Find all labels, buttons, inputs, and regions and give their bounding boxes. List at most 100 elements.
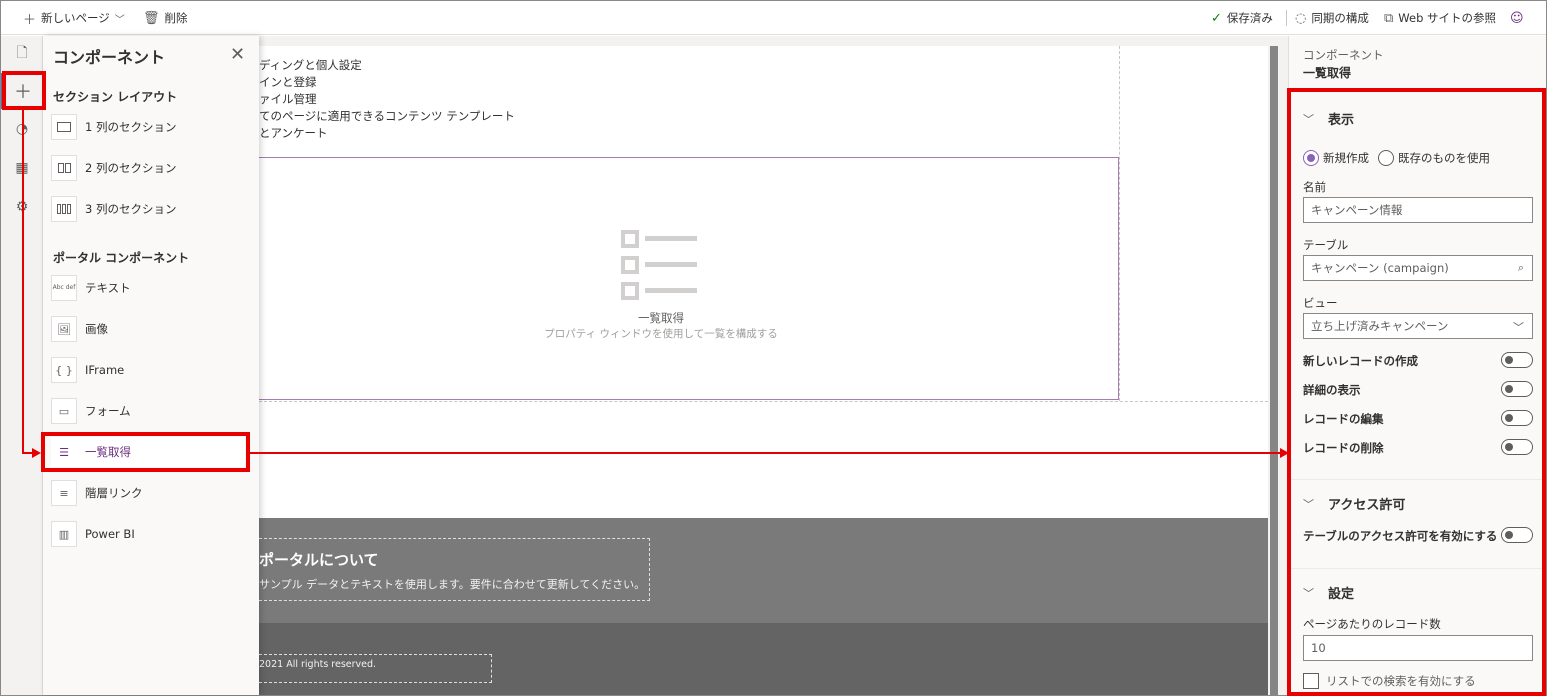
chevron-down-icon: ﹀ xyxy=(1303,112,1314,126)
name-input-placeholder: キャンペーン情報 xyxy=(1311,203,1403,217)
layout-two-column[interactable]: 2 列のセクション xyxy=(51,153,245,183)
section-boundary xyxy=(1119,46,1120,401)
settings-group-label: 設定 xyxy=(1328,587,1355,602)
chevron-down-icon: ﹀ xyxy=(1513,321,1524,334)
search-in-list-checkbox[interactable]: リストでの検索を有効にする xyxy=(1303,673,1476,689)
radio-create-new-label: 新規作成 xyxy=(1323,151,1369,165)
radio-use-existing-label: 既存のものを使用 xyxy=(1398,151,1490,165)
close-icon[interactable]: ✕ xyxy=(230,44,245,65)
toggle-view-details[interactable] xyxy=(1501,381,1533,397)
table-lookup-value: キャンペーン (campaign) xyxy=(1311,261,1449,275)
delete-button[interactable]: 🗑 削除 xyxy=(143,1,188,35)
chevron-down-icon: ﹀ xyxy=(114,14,125,26)
properties-panel: コンポーネント 一覧取得 ﹀ 表示 新規作成 既存のものを使用 名前 キャンペー… xyxy=(1288,36,1546,695)
browse-label: Web サイトの参照 xyxy=(1398,11,1497,25)
annotation-arrowhead xyxy=(32,448,41,458)
section-layout-heading: セクション レイアウト xyxy=(53,90,178,104)
table-label: テーブル xyxy=(1303,238,1349,252)
view-label: ビュー xyxy=(1303,296,1338,310)
three-column-icon xyxy=(51,196,77,222)
layout-three-column[interactable]: 3 列のセクション xyxy=(51,194,245,224)
toggle-create-record-label: 新しいレコードの作成 xyxy=(1303,354,1418,368)
components-panel-title: コンポーネント xyxy=(53,48,166,67)
saved-status: ✓ 保存済み xyxy=(1211,1,1273,35)
divider xyxy=(1289,479,1546,480)
component-breadcrumb[interactable]: ≡ 階層リンク xyxy=(51,478,245,508)
components-panel: コンポーネント ✕ セクション レイアウト 1 列のセクション 2 列のセクショ… xyxy=(43,36,259,695)
name-input[interactable]: キャンペーン情報 xyxy=(1303,197,1533,223)
annotation-connector xyxy=(22,110,24,453)
about-text: サンプル データとテキストを使用します。要件に合わせて更新してください。 xyxy=(259,578,646,591)
nav-line[interactable]: インと登録 xyxy=(259,74,317,90)
nav-line[interactable]: とアンケート xyxy=(259,125,328,141)
display-group-header[interactable]: ﹀ 表示 xyxy=(1303,109,1354,129)
saved-label: 保存済み xyxy=(1226,11,1273,25)
one-column-icon xyxy=(51,114,77,140)
component-iframe-label: IFrame xyxy=(85,363,125,377)
toggle-table-permissions-label: テーブルのアクセス許可を有効にする xyxy=(1303,529,1498,543)
divider xyxy=(1289,91,1546,92)
footer-copyright-section: 2021 All rights reserved. xyxy=(259,623,1268,695)
records-per-page-label: ページあたりのレコード数 xyxy=(1303,617,1441,631)
component-form-label: フォーム xyxy=(85,404,131,418)
access-group-label: アクセス許可 xyxy=(1328,498,1406,513)
page-preview: ディングと個人設定 インと登録 ァイル管理 てのページに適用できるコンテンツ テ… xyxy=(259,46,1268,695)
sync-label: 同期の構成 xyxy=(1311,11,1369,25)
sync-configuration-button[interactable]: ◌ 同期の構成 xyxy=(1295,1,1369,35)
feedback-button[interactable]: ☺ xyxy=(1510,1,1529,35)
component-power-bi[interactable]: ▥ Power BI xyxy=(51,519,245,549)
toggle-create-record[interactable] xyxy=(1501,352,1533,368)
new-page-button[interactable]: ＋ 新しいページ ﹀ xyxy=(23,1,130,35)
records-per-page-input[interactable]: 10 xyxy=(1303,635,1533,661)
component-text-label: テキスト xyxy=(85,281,131,295)
settings-group-header[interactable]: ﹀ 設定 xyxy=(1303,583,1355,603)
component-image[interactable]: 🖼 画像 xyxy=(51,314,245,344)
nav-line[interactable]: ディングと個人設定 xyxy=(259,57,362,73)
about-title: ポータルについて xyxy=(259,551,379,569)
component-form[interactable]: ▭ フォーム xyxy=(51,396,245,426)
component-text[interactable]: Abc def テキスト xyxy=(51,273,245,303)
layout-one-column[interactable]: 1 列のセクション xyxy=(51,112,245,142)
canvas-scrollbar[interactable] xyxy=(1268,36,1288,695)
component-list[interactable]: ☰ 一覧取得 xyxy=(51,437,245,467)
name-label: 名前 xyxy=(1303,180,1326,194)
toggle-table-permissions[interactable] xyxy=(1501,527,1533,543)
radio-unselected-icon xyxy=(1378,150,1394,166)
breadcrumb-icon: ≡ xyxy=(51,480,77,506)
search-icon[interactable]: ⌕ xyxy=(1518,261,1524,275)
divider xyxy=(1289,568,1546,569)
radio-selected-icon xyxy=(1303,150,1319,166)
properties-header: コンポーネント xyxy=(1303,48,1384,62)
browse-website-button[interactable]: ⧉ Web サイトの参照 xyxy=(1384,1,1496,35)
nav-line[interactable]: てのページに適用できるコンテンツ テンプレート xyxy=(259,108,515,124)
view-dropdown-value: 立ち上げ済みキャンペーン xyxy=(1311,319,1449,333)
toggle-delete-record[interactable] xyxy=(1501,439,1533,455)
component-list-label: 一覧取得 xyxy=(85,445,131,459)
radio-use-existing[interactable]: 既存のものを使用 xyxy=(1378,150,1490,166)
layout-one-column-label: 1 列のセクション xyxy=(85,120,177,134)
about-text-block[interactable]: ポータルについて サンプル データとテキストを使用します。要件に合わせて更新して… xyxy=(259,538,650,601)
copyright-text: 2021 All rights reserved. xyxy=(259,659,377,670)
copyright-text-block[interactable]: 2021 All rights reserved. xyxy=(259,654,492,683)
scrollbar-thumb[interactable] xyxy=(1270,46,1278,695)
toggle-view-details-label: 詳細の表示 xyxy=(1303,383,1361,397)
pages-icon[interactable]: 🗋 xyxy=(1,36,43,72)
toggle-delete-record-label: レコードの削除 xyxy=(1303,441,1384,455)
component-iframe[interactable]: { } IFrame xyxy=(51,355,245,385)
new-page-label: 新しいページ xyxy=(41,11,110,25)
text-icon: Abc def xyxy=(51,275,77,301)
list-component-placeholder[interactable]: 一覧取得 プロパティ ウィンドウを使用して一覧を構成する xyxy=(259,157,1119,400)
trash-icon: 🗑 xyxy=(143,10,160,26)
search-in-list-label: リストでの検索を有効にする xyxy=(1326,674,1476,688)
nav-line[interactable]: ァイル管理 xyxy=(259,91,317,107)
access-group-header[interactable]: ﹀ アクセス許可 xyxy=(1303,494,1406,514)
toggle-edit-record[interactable] xyxy=(1501,410,1533,426)
radio-create-new[interactable]: 新規作成 xyxy=(1303,150,1369,166)
checkmark-icon: ✓ xyxy=(1211,10,1222,26)
chevron-down-icon: ﹀ xyxy=(1303,586,1314,600)
table-lookup-input[interactable]: キャンペーン (campaign) ⌕ xyxy=(1303,255,1533,281)
component-power-bi-label: Power BI xyxy=(85,527,135,541)
add-components-icon[interactable]: ＋ xyxy=(1,73,43,109)
command-bar: ＋ 新しいページ ﹀ 🗑 削除 ✓ 保存済み ◌ 同期の構成 ⧉ Web サイト… xyxy=(1,1,1546,35)
view-dropdown[interactable]: 立ち上げ済みキャンペーン ﹀ xyxy=(1303,313,1533,339)
